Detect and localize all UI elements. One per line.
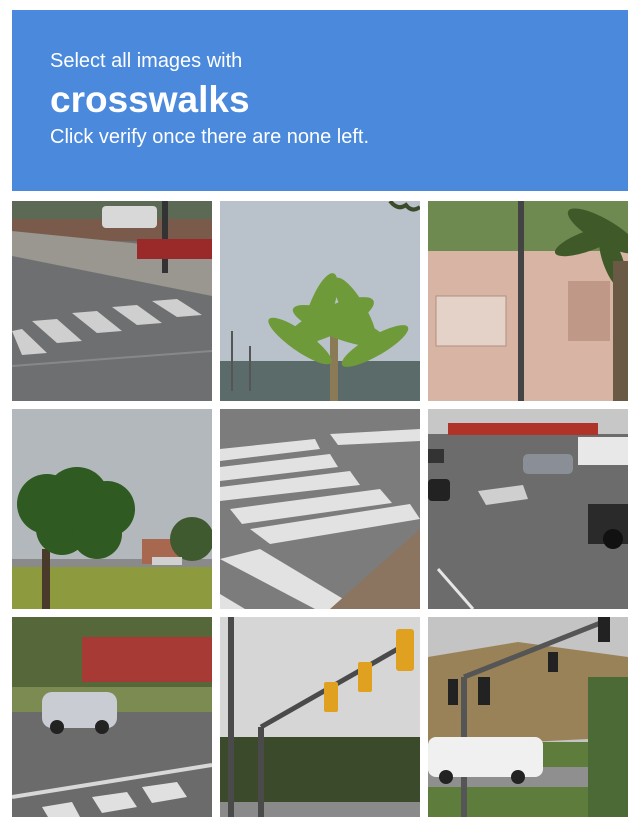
palm-tree-image (220, 201, 420, 401)
image-tile-1[interactable] (12, 201, 212, 401)
target-object-label: crosswalks (50, 79, 250, 120)
challenge-header: Select all images with crosswalks Click … (12, 10, 628, 191)
crosswalk-closeup-image (220, 409, 420, 609)
tree-image (12, 409, 212, 609)
image-tile-8[interactable] (220, 617, 420, 817)
image-tile-6[interactable] (428, 409, 628, 609)
image-tile-7[interactable] (12, 617, 212, 817)
traffic-lights-image (220, 617, 420, 817)
road-traffic-image (428, 409, 628, 609)
crosswalk-street-image (12, 201, 212, 401)
image-tile-2[interactable] (220, 201, 420, 401)
street-parked-car-image (12, 617, 212, 817)
instruction-suffix: Click verify once there are none left. (50, 126, 370, 148)
image-tile-3[interactable] (428, 201, 628, 401)
instruction-prefix: Select all images with (50, 50, 243, 72)
building-wall-image (428, 201, 628, 401)
image-tile-4[interactable] (12, 409, 212, 609)
traffic-lights-hill-van-image (428, 617, 628, 817)
image-tile-5[interactable] (220, 409, 420, 609)
image-tile-9[interactable] (428, 617, 628, 817)
